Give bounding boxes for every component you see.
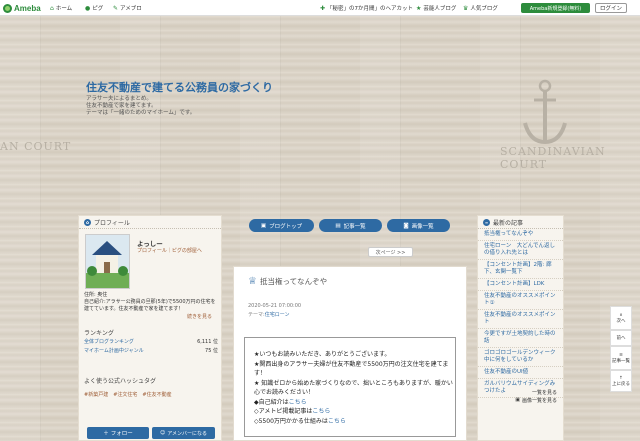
next-article-button[interactable]: ∧ 次へ [610, 306, 632, 330]
prev-article-button[interactable]: 前へ [610, 330, 632, 346]
cost-link[interactable]: こちら [328, 418, 346, 425]
next-page-button[interactable]: 次ページ >> [368, 247, 413, 257]
ranking-heading: ランキング [84, 330, 114, 337]
recent-item[interactable]: 住友不動産のオススメポイント① [478, 291, 563, 310]
self-intro-link[interactable]: こちら [289, 399, 307, 406]
nav-topic-link[interactable]: ✚ 「秘密」の7か月間」のヘアカット [320, 4, 413, 13]
anchor-icon [523, 79, 567, 145]
recent-images-link[interactable]: ▣ 画像一覧を見る [515, 397, 557, 404]
hashtag-list: #新築戸建 #注文住宅 #住友不動産 [84, 391, 172, 398]
profile-name[interactable]: よっしー [137, 238, 163, 248]
ranking-row-overall[interactable]: 全体ブログランキング 6,111 位 [84, 338, 218, 345]
recent-item[interactable]: 【コンセント計画】2階: 廊下、玄関一覧下 [478, 260, 563, 279]
article-theme: テーマ:住宅ローン [248, 312, 290, 318]
tab-articles[interactable]: ▤ 記事一覧 [319, 219, 382, 232]
profile-more-link[interactable]: 続きを見る [187, 313, 212, 320]
article-icon: ≡ [483, 218, 490, 226]
article-date: 2020-05-21 07:00:00 [248, 303, 302, 309]
profile-links[interactable]: プロフィール｜ピグの部屋へ [137, 248, 217, 255]
tab-images[interactable]: ◙ 画像一覧 [387, 219, 450, 232]
nav-pigg[interactable]: ● ピグ [85, 4, 103, 13]
back-to-top-button[interactable]: ↑ 上に戻る [610, 370, 632, 392]
blog-description: アラサー夫によるまとめ。 住友不動産で家を建てます。 テーマは「一緒のためのマイ… [86, 96, 196, 116]
hashtag-heading: よく使う公式ハッシュタグ [84, 378, 157, 385]
profile-avatar[interactable] [85, 234, 130, 289]
hashtag-item[interactable]: #住友不動産 [142, 391, 171, 398]
tab-blog-top[interactable]: ▣ ブログトップ [249, 219, 314, 232]
hashtag-item[interactable]: #新築戸建 [84, 391, 108, 398]
recent-item[interactable]: 住友不動産のUI値 [478, 367, 563, 379]
nav-home[interactable]: ⌂ ホーム [50, 4, 72, 13]
blog-title[interactable]: 住友不動産で建てる公務員の家づくり [86, 79, 273, 95]
nav-popular-blog[interactable]: ♛ 人気ブログ [463, 4, 498, 13]
profile-icon: ✿ [84, 218, 91, 226]
ranking-row-genre[interactable]: マイホーム計画中ジャンル 75 位 [84, 347, 218, 354]
profile-heading: ✿ プロフィール [79, 216, 221, 229]
home-icon: ▣ [260, 222, 267, 229]
theme-link[interactable]: 住宅ローン [265, 312, 290, 318]
recent-item[interactable]: 住友不動産のオススメポイント [478, 310, 563, 329]
recent-item[interactable]: ゴロゴロゴールデンウィーク中に何をしているか [478, 348, 563, 367]
recent-list: 抵当権ってなんぞや 住宅ローン 大どんでん返しの借り入れ先とは 【コンセント計画… [478, 229, 563, 398]
ametopi-link[interactable]: こちら [312, 408, 330, 415]
amember-button[interactable]: ☺ アメンバーになる [152, 427, 215, 439]
person-icon: ☺ [160, 430, 166, 436]
topic-icon: ✚ [320, 4, 326, 12]
ameba-logo[interactable]: Ameba [3, 3, 41, 13]
star-icon: ★ [416, 4, 422, 12]
ameba-header: Ameba ⌂ ホーム ● ピグ ✎ アメブロ ✚ 「秘密」の7か月間」のヘアカット ★… [0, 0, 640, 16]
profile-intro: 住所: 奥住 自己紹介:アラサー公務員の旦那(5年)で5500万円の住宅を建てて… [84, 292, 216, 312]
recent-item[interactable]: 住宅ローン 大どんでん返しの借り入れ先とは [478, 241, 563, 260]
profile-panel: ✿ プロフィール よっしー プロフィール｜ピグの部屋へ 住所: 奥住 自己紹介:… [78, 215, 222, 441]
article-list-button[interactable]: ≡ 記事一覧 [610, 346, 632, 370]
ameba-logo-icon [3, 3, 12, 13]
court-text-left: AN COURT [0, 140, 72, 153]
nav-celeb-blog[interactable]: ★ 芸能人ブログ [416, 4, 456, 13]
pigg-icon: ● [85, 4, 91, 12]
nav-ameblo[interactable]: ✎ アメブロ [113, 4, 142, 13]
camera-icon: ◙ [403, 222, 409, 229]
plus-icon: ＋ [103, 431, 109, 437]
recent-list-link[interactable]: 一覧を見る [532, 389, 557, 396]
recent-heading: ≡ 最新の記事 [478, 216, 563, 229]
avatar-house-icon [86, 235, 129, 288]
pencil-icon: ✎ [113, 4, 119, 12]
image-icon: ▣ [515, 397, 520, 403]
follow-button[interactable]: ＋フォロー [87, 427, 149, 439]
home-icon: ⌂ [50, 4, 54, 12]
court-text-right: SCANDINAVIAN COURT [500, 145, 606, 171]
crown-icon: ♛ [463, 4, 469, 12]
recent-item[interactable]: 【コンセント計画】LDK [478, 279, 563, 291]
recent-item[interactable]: 抵当権ってなんぞや [478, 229, 563, 241]
article-title[interactable]: 抵当権ってなんぞや [260, 276, 327, 287]
hashtag-item[interactable]: #注文住宅 [113, 391, 137, 398]
list-icon: ▤ [335, 222, 341, 229]
brand-name: Ameba [14, 3, 41, 13]
article-body: ★いつもお読みいただき、ありがとうございます。 ★関西出身のアラサー夫婦が住友不… [254, 351, 453, 425]
login-button[interactable]: ログイン [595, 3, 627, 13]
crown-icon: ♕ [248, 276, 257, 287]
recent-articles-panel: ≡ 最新の記事 抵当権ってなんぞや 住宅ローン 大どんでん返しの借り入れ先とは … [477, 215, 564, 441]
recent-item[interactable]: 今更ですが土地契約した時の話 [478, 329, 563, 348]
article-title-row: ♕ 抵当権ってなんぞや [248, 276, 327, 287]
register-button[interactable]: Ameba新規登録(無料) [521, 3, 590, 13]
